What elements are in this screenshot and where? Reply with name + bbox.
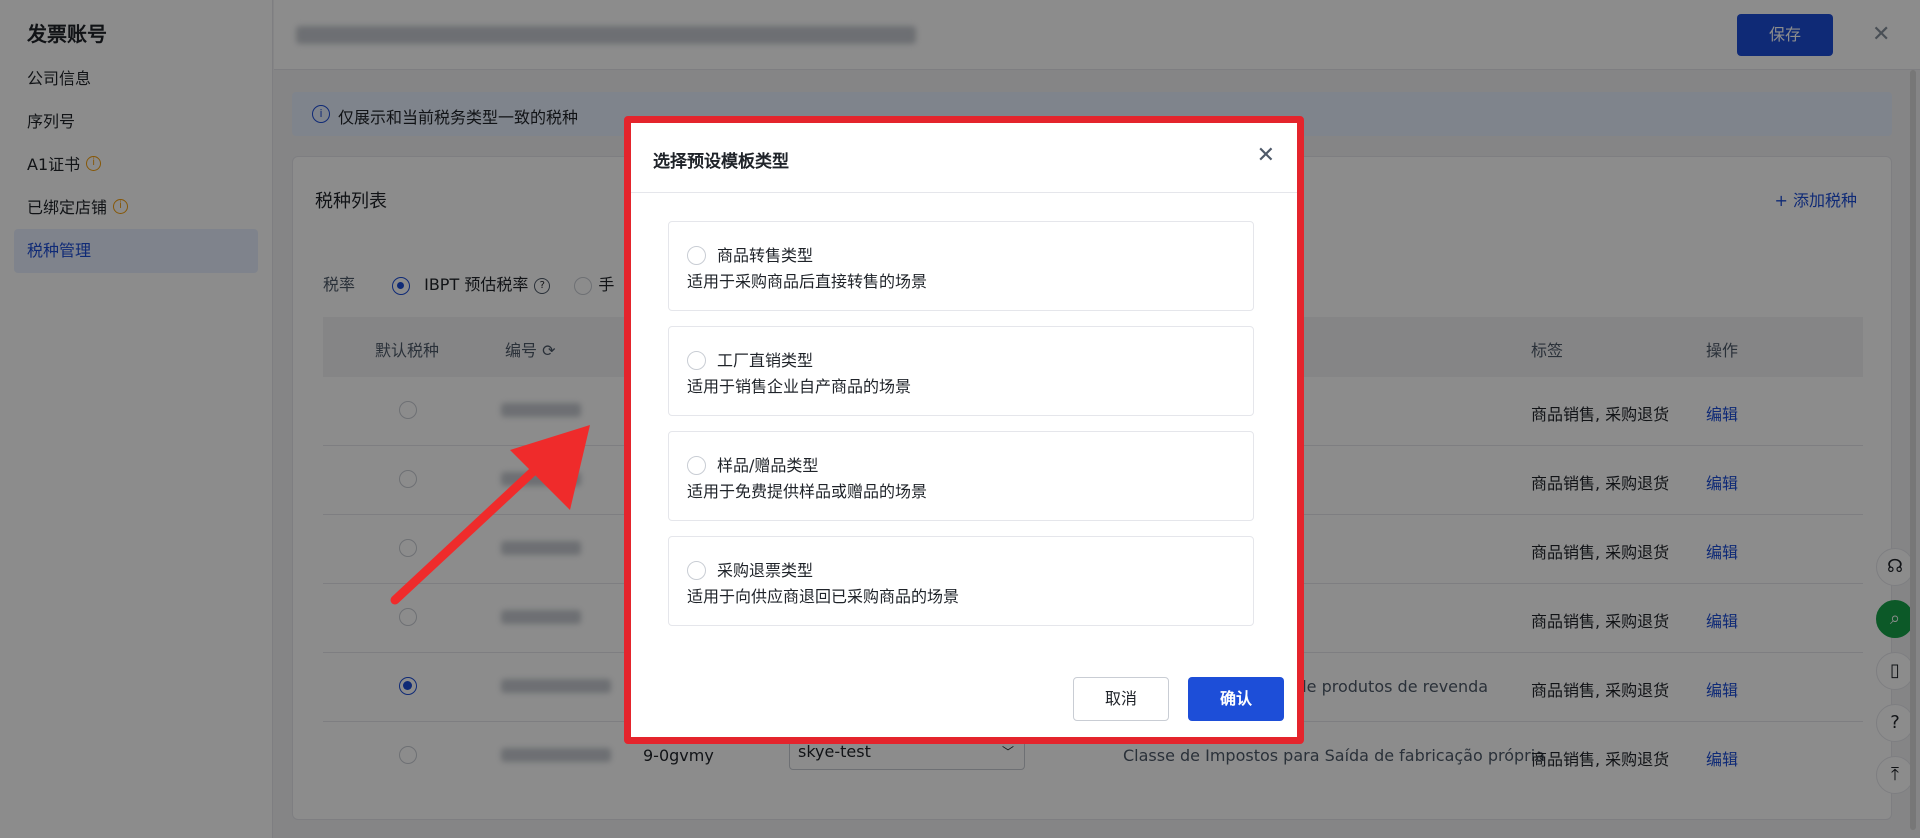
option-factory-direct[interactable]: 工厂直销类型 适用于销售企业自产商品的场景 bbox=[668, 326, 1254, 416]
option-title: 采购退票类型 bbox=[717, 561, 814, 580]
confirm-button[interactable]: 确认 bbox=[1188, 677, 1284, 721]
option-radio[interactable] bbox=[687, 246, 706, 265]
annotation-arrow bbox=[390, 425, 590, 605]
option-description: 适用于免费提供样品或赠品的场景 bbox=[687, 482, 928, 501]
option-title: 工厂直销类型 bbox=[717, 351, 814, 370]
option-radio[interactable] bbox=[687, 351, 706, 370]
close-icon[interactable]: ✕ bbox=[1257, 143, 1275, 168]
option-radio[interactable] bbox=[687, 561, 706, 580]
cancel-button[interactable]: 取消 bbox=[1073, 677, 1169, 721]
option-purchase-return[interactable]: 采购退票类型 适用于向供应商退回已采购商品的场景 bbox=[668, 536, 1254, 626]
option-description: 适用于采购商品后直接转售的场景 bbox=[687, 272, 928, 291]
template-type-dialog: 选择预设模板类型 ✕ 商品转售类型 适用于采购商品后直接转售的场景 工厂直销类型… bbox=[624, 116, 1304, 744]
dialog-header: 选择预设模板类型 ✕ bbox=[631, 123, 1297, 193]
option-resale[interactable]: 商品转售类型 适用于采购商品后直接转售的场景 bbox=[668, 221, 1254, 311]
dialog-title: 选择预设模板类型 bbox=[653, 152, 789, 172]
option-title: 样品/赠品类型 bbox=[717, 456, 819, 475]
option-description: 适用于销售企业自产商品的场景 bbox=[687, 377, 912, 396]
option-description: 适用于向供应商退回已采购商品的场景 bbox=[687, 587, 960, 606]
option-title: 商品转售类型 bbox=[717, 246, 814, 265]
option-sample-gift[interactable]: 样品/赠品类型 适用于免费提供样品或赠品的场景 bbox=[668, 431, 1254, 521]
option-radio[interactable] bbox=[687, 456, 706, 475]
